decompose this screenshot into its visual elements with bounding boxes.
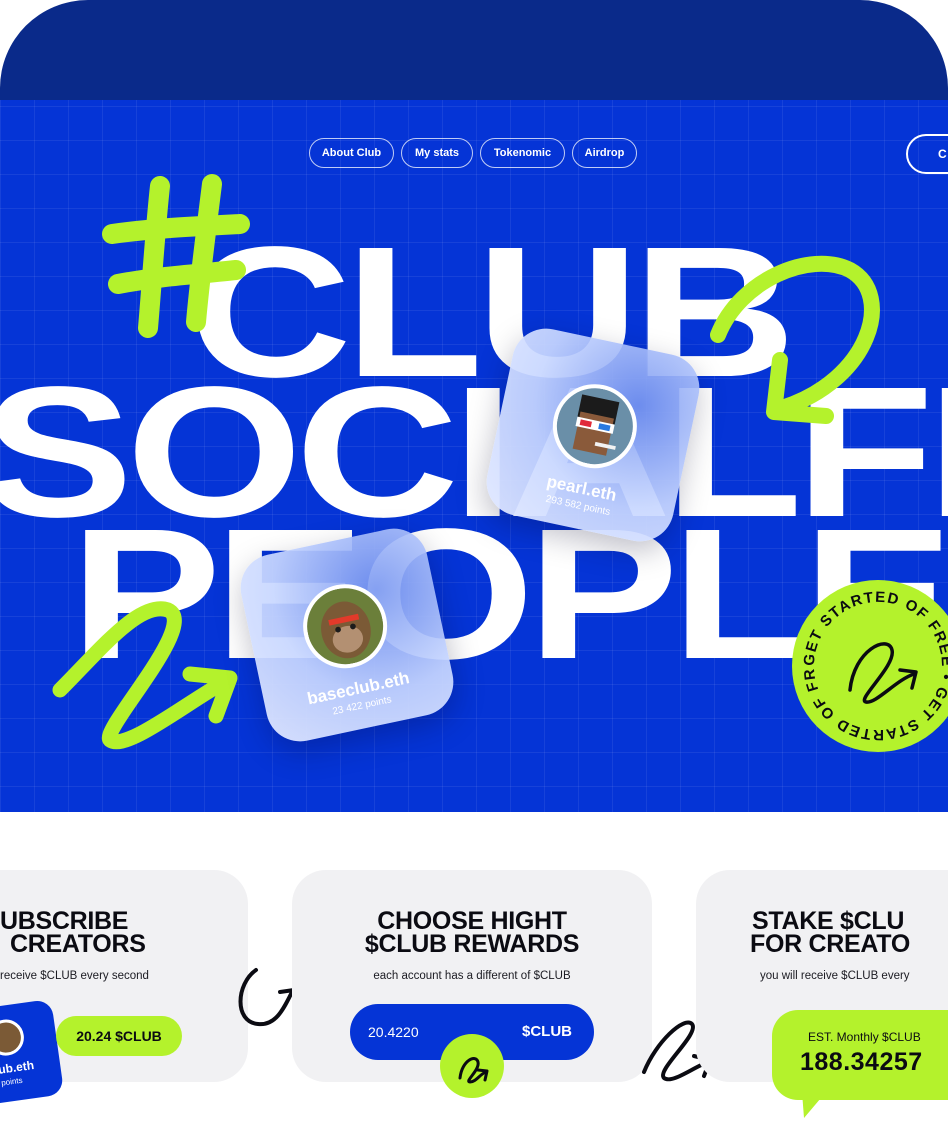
go-button[interactable] [440, 1034, 504, 1098]
features-section: UBSCRIBE CREATORS receive $CLUB every se… [0, 812, 948, 1148]
bubble-tail [802, 1092, 826, 1118]
punk-avatar-icon [549, 381, 640, 472]
feature-title: FOR CREATO [750, 930, 910, 958]
mini-card-points: 22 points [0, 1075, 24, 1089]
avatar [0, 1017, 27, 1058]
squiggle-arrow-icon [52, 601, 238, 750]
nav-about-club[interactable]: About Club [309, 138, 394, 168]
profile-card-baseclub[interactable]: baseclub.eth 23 422 points [234, 522, 460, 748]
input-currency: $CLUB [521, 1023, 572, 1040]
nav-airdrop[interactable]: Airdrop [572, 138, 637, 168]
hero-section: About Club My stats Tokenomic Airdrop C … [0, 100, 948, 812]
feature-subtitle: you will receive $CLUB every [760, 970, 910, 982]
curved-arrow-icon [710, 255, 880, 424]
nav-tokenomic[interactable]: Tokenomic [480, 138, 565, 168]
top-nav: About Club My stats Tokenomic Airdrop [0, 138, 948, 168]
badge-text: GET STARTED OF FREE • GET STARTED OF FRE… [792, 580, 948, 743]
squiggle-arrow-icon [458, 1057, 489, 1084]
feature-subtitle: each account has a different of $CLUB [373, 970, 571, 982]
badge-ring: GET STARTED OF FREE • GET STARTED OF FRE… [792, 580, 948, 743]
page-frame: About Club My stats Tokenomic Airdrop C … [0, 0, 948, 1148]
feature-title: $CLUB REWARDS [364, 930, 580, 958]
svg-text:GET STARTED OF FREE • GET STAR: GET STARTED OF FREE • GET STARTED OF FRE… [792, 580, 948, 743]
feature-card-stake: STAKE $CLU FOR CREATO you will receive $… [696, 870, 948, 1118]
avatar [295, 576, 395, 677]
nav-my-stats[interactable]: My stats [401, 138, 473, 168]
estimate-value: 188.34257 [800, 1048, 923, 1076]
input-value: 20.4220 [368, 1024, 419, 1040]
feature-card-subscribe: UBSCRIBE CREATORS receive $CLUB every se… [0, 870, 248, 1106]
avatar [545, 376, 645, 477]
club-amount-chip: 20.24 $CLUB [56, 1016, 182, 1056]
top-bar [0, 0, 948, 100]
hashtag-icon [102, 174, 250, 338]
feature-title: CREATORS [10, 930, 146, 958]
mini-profile-card: club.eth 22 points [0, 998, 65, 1106]
squiggle-arrow-icon [848, 642, 916, 704]
estimate-bubble: EST. Monthly $CLUB 188.34257 [772, 1010, 948, 1100]
header-cta-button[interactable]: C [906, 134, 948, 174]
feature-card-choose: CHOOSE HIGHT $CLUB REWARDS each account … [292, 870, 652, 1098]
feature-subtitle: receive $CLUB every second [0, 970, 149, 982]
ape-avatar-icon [300, 581, 391, 672]
estimate-label: EST. Monthly $CLUB [808, 1030, 921, 1044]
profile-card-pearl[interactable]: pearl.eth 293 582 points [480, 322, 706, 548]
get-started-badge[interactable]: GET STARTED OF FREE • GET STARTED OF FRE… [792, 580, 948, 752]
